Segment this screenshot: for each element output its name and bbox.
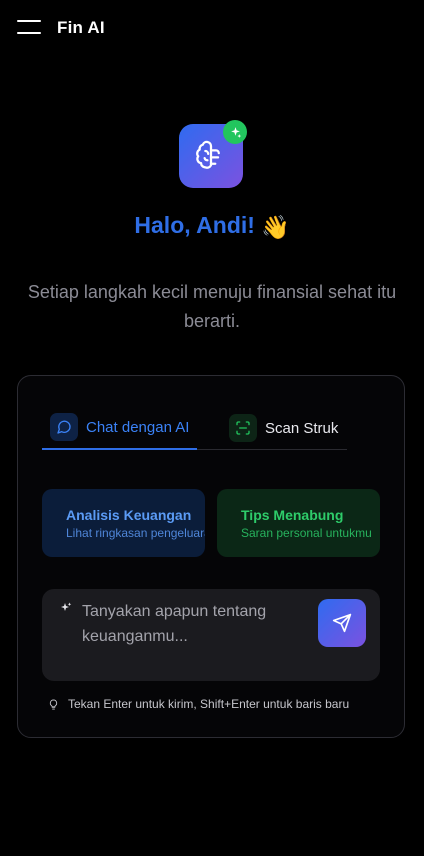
chat-input-box	[42, 589, 380, 681]
lightbulb-icon	[48, 698, 59, 711]
greeting-heading: Halo, Andi! 👋	[0, 212, 424, 241]
scan-icon	[229, 414, 257, 442]
tab-chat-label: Chat dengan AI	[86, 418, 190, 436]
tab-scan[interactable]: Scan Struk	[229, 406, 338, 450]
sparkle-icon	[60, 601, 72, 619]
assistant-card: Chat dengan AI Scan Struk Analisis Keuan…	[17, 375, 405, 738]
hint-text: Tekan Enter untuk kirim, Shift+Enter unt…	[68, 697, 350, 711]
suggestion-title: Tips Menabung	[241, 507, 344, 523]
suggestion-tips-menabung[interactable]: Tips Menabung Saran personal untukmu	[217, 489, 380, 557]
keyboard-hint: Tekan Enter untuk kirim, Shift+Enter unt…	[48, 697, 349, 711]
sparkle-icon	[223, 120, 247, 144]
suggestion-subtitle: Saran personal untukmu	[241, 526, 372, 540]
subtitle: Setiap langkah kecil menuju finansial se…	[27, 282, 397, 331]
chat-input[interactable]	[82, 599, 310, 649]
tab-bar: Chat dengan AI Scan Struk	[42, 406, 347, 450]
waving-hand-icon: 👋	[260, 214, 290, 240]
send-button[interactable]	[318, 599, 366, 647]
suggestion-title: Analisis Keuangan	[66, 507, 192, 523]
app-title: Fin AI	[57, 18, 105, 37]
suggestion-subtitle: Lihat ringkasan pengeluaran	[66, 526, 205, 540]
tab-scan-label: Scan Struk	[265, 419, 339, 437]
send-icon	[332, 613, 352, 633]
suggestion-analisis-keuangan[interactable]: Analisis Keuangan Lihat ringkasan pengel…	[42, 489, 205, 557]
chat-bubble-icon	[50, 413, 78, 441]
tab-chat[interactable]: Chat dengan AI	[42, 406, 197, 450]
top-bar: Fin AI	[0, 0, 424, 56]
greeting-text: Halo, Andi!	[134, 212, 255, 238]
hamburger-menu-icon[interactable]	[17, 20, 41, 34]
